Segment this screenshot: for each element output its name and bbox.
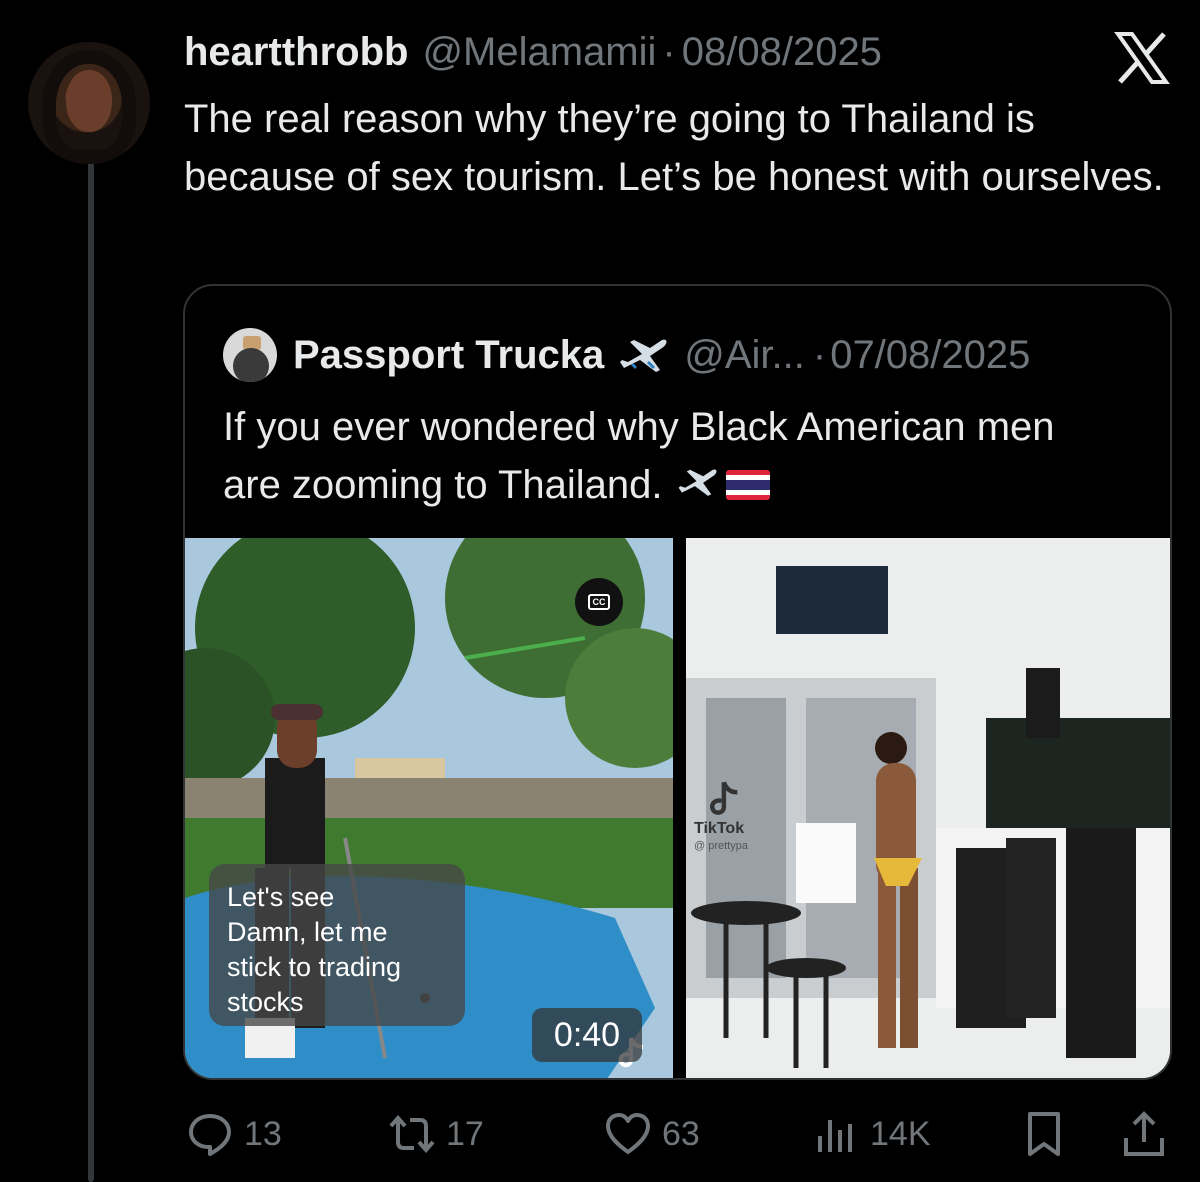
airplane-emoji-icon xyxy=(678,469,717,496)
cafe-scene-image xyxy=(686,538,1170,1078)
avatar[interactable] xyxy=(28,42,150,164)
tiktok-logo-icon xyxy=(710,781,738,815)
video-caption: Let's see Damn, let me stick to trading … xyxy=(209,864,465,1026)
repost-button[interactable]: 17 xyxy=(388,1110,484,1158)
reply-button[interactable]: 13 xyxy=(186,1110,282,1158)
display-name[interactable]: heartthrobb xyxy=(184,30,408,75)
like-count: 63 xyxy=(662,1114,700,1153)
x-logo-icon xyxy=(1114,32,1170,84)
quoted-text: If you ever wondered why Black American … xyxy=(223,405,1055,507)
views-count: 14K xyxy=(870,1114,931,1153)
reply-count: 13 xyxy=(244,1114,282,1153)
views-icon xyxy=(818,1120,852,1152)
video-right[interactable]: TikTok @ prettypa xyxy=(686,538,1170,1078)
repost-count: 17 xyxy=(446,1114,484,1153)
share-button[interactable] xyxy=(1120,1110,1168,1158)
separator: · xyxy=(662,30,676,74)
tweet-text: The real reason why they’re going to Tha… xyxy=(184,97,1164,199)
caption-line-1: Let's see xyxy=(227,882,335,912)
bookmark-icon xyxy=(1028,1112,1060,1156)
quoted-avatar-person xyxy=(233,348,269,382)
quoted-separator: · xyxy=(812,332,827,377)
views-button[interactable]: 14K xyxy=(812,1110,931,1158)
avatar-face xyxy=(66,70,112,132)
user-handle[interactable]: @Melamamii xyxy=(422,30,656,75)
tiktok-user: @ prettypa xyxy=(694,840,748,852)
tiktok-label: TikTok xyxy=(694,820,745,837)
bookmark-button[interactable] xyxy=(1020,1110,1068,1158)
tweet-actions: 13 17 63 14K xyxy=(0,1100,1200,1166)
caption-line-3: stocks xyxy=(227,987,304,1017)
thailand-flag-icon xyxy=(725,470,770,500)
cc-icon: CC xyxy=(588,594,610,610)
captions-button[interactable]: CC xyxy=(575,578,623,626)
quoted-avatar[interactable] xyxy=(223,328,277,382)
airplane-icon xyxy=(620,339,667,372)
quoted-display-name[interactable]: Passport Trucka xyxy=(293,333,604,378)
quoted-tweet[interactable]: Passport Trucka @Air... · 07/08/2025 If … xyxy=(183,284,1172,1080)
video-duration-badge: 0:40 xyxy=(532,1008,642,1062)
quoted-date[interactable]: 07/08/2025 xyxy=(830,333,1030,378)
like-button[interactable]: 63 xyxy=(604,1110,700,1158)
tweet-header: heartthrobb @Melamamii · 08/08/2025 xyxy=(184,30,1124,86)
caption-line-2: Damn, let me stick to trading xyxy=(227,917,402,982)
share-icon xyxy=(1124,1111,1164,1156)
quoted-header: Passport Trucka @Air... · 07/08/2025 xyxy=(293,328,1030,382)
thread-line xyxy=(88,162,94,1182)
quoted-handle[interactable]: @Air... xyxy=(684,333,805,378)
tweet-date[interactable]: 08/08/2025 xyxy=(682,30,882,75)
repost-icon xyxy=(389,1114,435,1154)
quoted-text-block: If you ever wondered why Black American … xyxy=(223,398,1123,514)
reply-icon xyxy=(189,1114,231,1156)
heart-icon xyxy=(606,1113,650,1154)
